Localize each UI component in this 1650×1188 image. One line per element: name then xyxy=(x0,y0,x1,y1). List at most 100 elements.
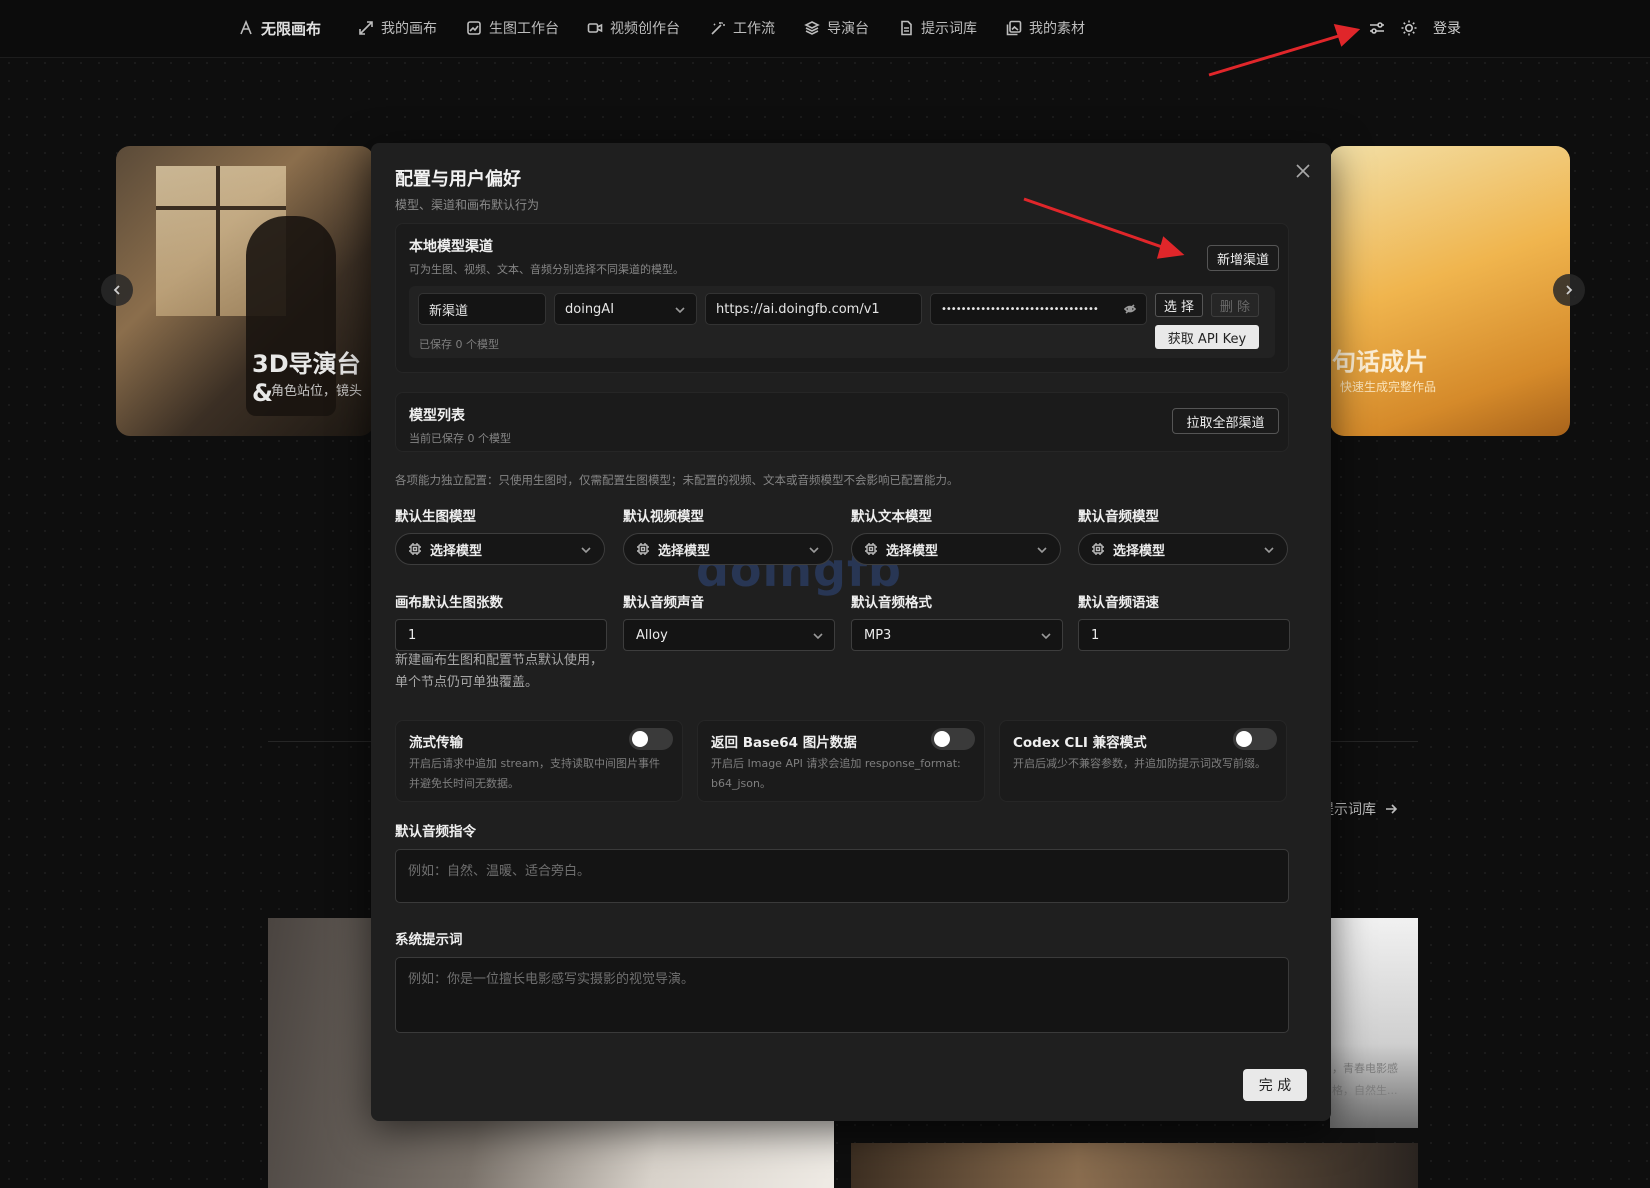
toggle-knob xyxy=(934,731,950,747)
image-count-input[interactable]: 1 xyxy=(395,619,607,651)
document-icon xyxy=(901,20,912,36)
audio-instruction-label: 默认音频指令 xyxy=(395,824,476,840)
api-key-value: •••••••••••••••••••••••••••••••• xyxy=(941,303,1099,315)
stream-toggle-card: 流式传输 开启后请求中追加 stream，支持读取中间图片事件并避免长时间无数据… xyxy=(395,720,683,802)
gallery-card[interactable]: ，青春电影感 格，自然生... xyxy=(1330,918,1418,1128)
voice-value: Alloy xyxy=(636,627,668,643)
section-title: 本地模型渠道 xyxy=(409,239,493,255)
image-model-select[interactable]: 选择模型 xyxy=(395,533,605,565)
nav-item-director[interactable]: 导演台 xyxy=(804,17,869,39)
carousel-prev-button[interactable] xyxy=(101,274,133,306)
select-button[interactable]: 选 择 xyxy=(1155,293,1203,317)
channel-row: 新渠道 doingAI https://ai.doingfb.com/v1 ••… xyxy=(409,286,1275,358)
gallery-icon xyxy=(1006,20,1022,36)
theme-sun-icon[interactable] xyxy=(1400,19,1418,37)
done-button[interactable]: 完 成 xyxy=(1243,1069,1307,1101)
image-count-label: 画布默认生图张数 xyxy=(395,595,503,611)
chip-icon xyxy=(865,543,877,555)
section-subtitle: 当前已保存 0 个模型 xyxy=(409,432,511,445)
chevron-down-icon xyxy=(808,544,820,560)
nav-label: 我的画布 xyxy=(381,21,437,37)
delete-button[interactable]: 删 除 xyxy=(1211,293,1259,317)
video-camera-icon xyxy=(587,23,603,33)
provider-select[interactable]: doingAI xyxy=(554,293,697,325)
default-video-model-label: 默认视频模型 xyxy=(623,509,704,525)
api-key-field[interactable]: •••••••••••••••••••••••••••••••• xyxy=(930,293,1147,325)
audio-speed-label: 默认音频语速 xyxy=(1078,595,1159,611)
gallery-card[interactable] xyxy=(851,1143,1418,1188)
toggle-description: 开启后 Image API 请求会追加 response_format: b64… xyxy=(711,757,961,790)
nav-item-my-assets[interactable]: 我的素材 xyxy=(1006,17,1085,39)
default-audio-model-label: 默认音频模型 xyxy=(1078,509,1159,525)
chevron-down-icon xyxy=(1263,544,1275,560)
nav-brand[interactable]: 无限画布 xyxy=(238,17,321,39)
nav-item-video-studio[interactable]: 视频创作台 xyxy=(587,17,680,39)
audio-speed-input[interactable]: 1 xyxy=(1078,619,1290,651)
carousel-next-button[interactable] xyxy=(1553,274,1585,306)
select-placeholder: 选择模型 xyxy=(430,543,483,559)
channel-name-field[interactable]: 新渠道 xyxy=(418,293,546,325)
toggle-knob xyxy=(632,731,648,747)
modal-subtitle: 模型、渠道和画布默认行为 xyxy=(395,198,540,212)
image-edit-icon xyxy=(467,21,481,35)
prompt-library-link[interactable]: 提示词库 xyxy=(1320,799,1398,819)
nav-item-image-studio[interactable]: 生图工作台 xyxy=(466,17,559,39)
magic-wand-icon xyxy=(711,21,725,35)
toggle-title: 流式传输 xyxy=(409,735,463,751)
nav-label: 我的素材 xyxy=(1029,21,1085,37)
close-icon[interactable] xyxy=(1294,162,1312,180)
audio-voice-select[interactable]: Alloy xyxy=(623,619,835,651)
nav-label: 工作流 xyxy=(733,21,775,37)
select-placeholder: 选择模型 xyxy=(1113,543,1166,559)
toggle-description: 开启后减少不兼容参数，并追加防提示词改写前缀。 xyxy=(1013,757,1266,770)
text-model-select[interactable]: 选择模型 xyxy=(851,533,1061,565)
pull-all-channels-button[interactable]: 拉取全部渠道 xyxy=(1172,408,1279,434)
settings-modal: 配置与用户偏好 模型、渠道和画布默认行为 本地模型渠道 可为生图、视频、文本、音… xyxy=(371,143,1331,1121)
audio-instruction-textarea[interactable]: 例如：自然、温暖、适合旁白。 xyxy=(395,849,1289,903)
stream-toggle[interactable] xyxy=(629,728,673,750)
chip-icon xyxy=(409,543,421,555)
hero-title: 句话成片 xyxy=(1332,348,1428,376)
nav-item-prompt-library[interactable]: 提示词库 xyxy=(898,17,977,39)
model-list-section: 模型列表 当前已保存 0 个模型 拉取全部渠道 xyxy=(395,392,1289,452)
nav-label: 导演台 xyxy=(827,21,869,37)
base64-toggle-card: 返回 Base64 图片数据 开启后 Image API 请求会追加 respo… xyxy=(697,720,985,802)
chevron-down-icon xyxy=(812,630,824,646)
toggle-title: 返回 Base64 图片数据 xyxy=(711,735,857,751)
system-prompt-textarea[interactable]: 例如：你是一位擅长电影感写实摄影的视觉导演。 xyxy=(395,957,1289,1033)
nav-item-workflow[interactable]: 工作流 xyxy=(710,17,775,39)
codex-toggle[interactable] xyxy=(1233,728,1277,750)
arrow-right-icon xyxy=(1386,804,1398,814)
saved-model-count: 已保存 0 个模型 xyxy=(419,338,499,351)
hero-card-one-sentence[interactable]: 句话成片 快速生成完整作品 xyxy=(1330,146,1570,436)
audio-model-select[interactable]: 选择模型 xyxy=(1078,533,1288,565)
default-text-model-label: 默认文本模型 xyxy=(851,509,932,525)
toggle-description: 开启后请求中追加 stream，支持读取中间图片事件并避免长时间无数据。 xyxy=(409,757,661,790)
base64-toggle[interactable] xyxy=(931,728,975,750)
chevron-left-icon xyxy=(113,285,120,295)
nav-label: 生图工作台 xyxy=(489,21,559,37)
audio-voice-label: 默认音频声音 xyxy=(623,595,704,611)
chevron-down-icon xyxy=(1040,630,1052,646)
eye-off-icon[interactable] xyxy=(1123,303,1137,315)
image-count-help: 新建画布生图和配置节点默认使用，单个节点仍可单独覆盖。 xyxy=(395,653,604,690)
nav-label: 视频创作台 xyxy=(610,21,680,37)
config-note: 各项能力独立配置：只使用生图时，仅需配置生图模型；未配置的视频、文本或音频模型不… xyxy=(395,473,959,487)
hero-card-director[interactable]: 3D导演台& 角色站位，镜头 xyxy=(116,146,374,436)
base-url-field[interactable]: https://ai.doingfb.com/v1 xyxy=(705,293,922,325)
settings-sliders-icon[interactable] xyxy=(1368,19,1386,37)
add-channel-button[interactable]: 新增渠道 xyxy=(1207,245,1279,271)
get-api-key-button[interactable]: 获取 API Key xyxy=(1155,325,1259,349)
select-placeholder: 选择模型 xyxy=(658,543,711,559)
gallery-caption: ，青春电影感 xyxy=(1332,1062,1398,1075)
gallery-caption: 格，自然生... xyxy=(1332,1084,1398,1097)
video-model-select[interactable]: 选择模型 xyxy=(623,533,833,565)
login-link[interactable]: 登录 xyxy=(1433,18,1461,38)
section-subtitle: 可为生图、视频、文本、音频分别选择不同渠道的模型。 xyxy=(409,263,684,276)
local-channel-section: 本地模型渠道 可为生图、视频、文本、音频分别选择不同渠道的模型。 新增渠道 新渠… xyxy=(395,223,1289,373)
toggle-title: Codex CLI 兼容模式 xyxy=(1013,735,1147,751)
nav-item-my-canvas[interactable]: 我的画布 xyxy=(358,17,437,39)
top-nav: 无限画布 我的画布 生图工作台 视频创作台 工作流 导演台 提示词库 我的素材 … xyxy=(0,0,1650,58)
audio-format-select[interactable]: MP3 xyxy=(851,619,1063,651)
format-value: MP3 xyxy=(864,627,892,643)
